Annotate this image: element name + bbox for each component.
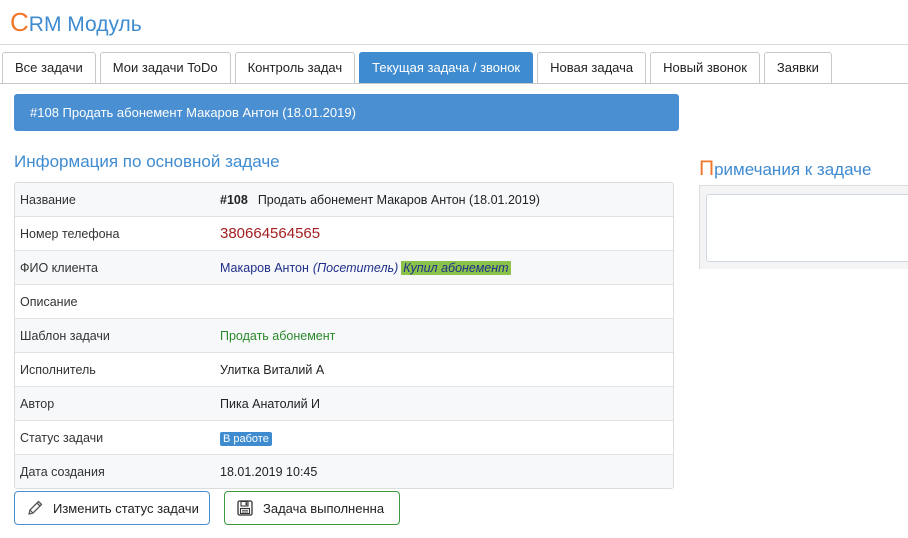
task-done-button[interactable]: Задача выполненна (224, 491, 400, 525)
info-row-template: Шаблон задачи Продать абонемент (15, 318, 673, 352)
info-label: Дата создания (20, 464, 105, 479)
info-label: Описание (20, 294, 78, 309)
info-row-description: Описание (15, 284, 673, 318)
tab-new-task[interactable]: Новая задача (537, 52, 647, 83)
app-title-first-letter: C (10, 7, 29, 37)
template-value: Продать абонемент (220, 328, 336, 343)
task-name-value: #108 Продать абонемент Макаров Антон (18.… (220, 193, 673, 207)
notes-title: Примечания к задаче (699, 157, 871, 181)
created-value: 18.01.2019 10:45 (220, 464, 318, 479)
tab-current-task-call[interactable]: Текущая задача / звонок (359, 52, 534, 83)
main-info-title: Информация по основной задаче (14, 152, 280, 171)
author-value: Пика Анатолий И (220, 396, 321, 411)
info-row-phone: Номер телефона 380664564565 (15, 216, 673, 250)
tabs-divider (0, 83, 908, 84)
info-row-author: Автор Пика Анатолий И (15, 386, 673, 420)
tab-all-tasks[interactable]: Все задачи (2, 52, 96, 83)
notes-panel (699, 185, 908, 269)
info-label: Номер телефона (20, 226, 120, 241)
current-task-banner: #108 Продать абонемент Макаров Антон (18… (14, 94, 679, 131)
tab-task-control[interactable]: Контроль задач (234, 52, 356, 83)
notes-title-rest: римечания к задаче (714, 160, 872, 179)
info-row-created: Дата создания 18.01.2019 10:45 (15, 454, 673, 488)
info-label: Шаблон задачи (20, 328, 110, 343)
tab-new-call[interactable]: Новый звонок (650, 52, 760, 83)
status-badge: В работе (220, 431, 272, 446)
tab-requests[interactable]: Заявки (763, 52, 832, 83)
client-status-tag: Купил абонемент (401, 260, 511, 275)
info-row-name: Название #108 Продать абонемент Макаров А… (15, 183, 673, 216)
change-status-button[interactable]: Изменить статус задачи (14, 491, 210, 525)
tab-my-tasks-todo[interactable]: Мои задачи ToDo (99, 52, 231, 83)
info-label: Автор (20, 396, 55, 411)
pencil-icon (25, 498, 45, 518)
client-name-link[interactable]: Макаров Антон (220, 261, 309, 275)
info-label: ФИО клиента (20, 260, 98, 275)
info-label: Статус задачи (20, 430, 104, 445)
executor-value: Улитка Виталий А (220, 362, 325, 377)
info-label: Исполнитель (20, 362, 96, 377)
notes-textarea[interactable] (706, 194, 908, 262)
tab-bar: Все задачи Мои задачи ToDo Контроль зада… (2, 52, 836, 84)
info-label: Название (20, 192, 76, 207)
app-title-rest: RM Модуль (28, 13, 142, 36)
header-divider (0, 44, 908, 45)
task-done-label: Задача выполненна (263, 500, 385, 516)
task-info-table: Название #108 Продать абонемент Макаров А… (14, 182, 674, 489)
change-status-label: Изменить статус задачи (53, 500, 199, 516)
notes-title-first-letter: П (699, 157, 715, 180)
client-role: (Посетитель) (312, 260, 399, 275)
app-title: CRM Модуль (10, 7, 142, 38)
info-row-status: Статус задачи В работе (15, 420, 673, 454)
save-icon (235, 498, 255, 518)
phone-value[interactable]: 380664564565 (220, 225, 320, 242)
info-row-client: ФИО клиента Макаров Антон (Посетитель) Куп… (15, 250, 673, 284)
task-number: #108 (220, 192, 248, 207)
task-name-text: Продать абонемент Макаров Антон (18.01.2… (257, 192, 540, 207)
info-row-executor: Исполнитель Улитка Виталий А (15, 352, 673, 386)
